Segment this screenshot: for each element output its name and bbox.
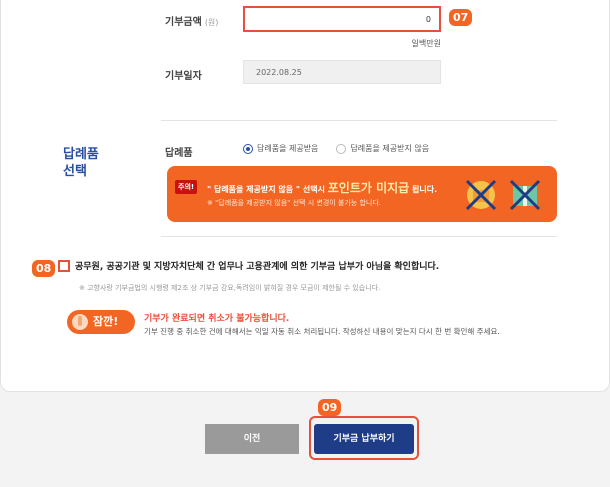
amount-input[interactable]: 0 — [243, 6, 441, 32]
notice-line-1: " 답례품을 제공받지 않음 " 선택시 포인트가 미지급 됩니다. — [207, 181, 438, 195]
notice-line-2: ※ "답례품을 제공받지 않음" 선택 시 변경이 불가능 합니다. — [207, 199, 382, 207]
confirm-text: 공무원, 공공기관 및 지방자치단체 간 업무나 고용관계에 의한 기부금 납부… — [75, 262, 440, 272]
warning-subtext: 기부 진행 중 취소한 건에 대해서는 익일 자동 취소 처리됩니다. 작성하신… — [144, 327, 500, 336]
amount-korean-hint: 일백만원 — [411, 39, 441, 48]
gift-section-title: 답례품 선택 — [63, 147, 99, 179]
gift-label: 답례품 — [165, 148, 193, 159]
step-badge-07: 07 — [449, 9, 473, 26]
confirm-subtext: ※ 고향사랑 기부금법의 시행령 제2조 상 기부금 강요,독려임이 밝혀질 경… — [79, 284, 381, 292]
date-label: 기부일자 — [165, 71, 202, 82]
date-field: 2022.08.25 — [243, 60, 441, 84]
gift-crossed-icon — [465, 179, 497, 211]
warning-title: 기부가 완료되면 취소가 불가능합니다. — [144, 314, 290, 324]
amount-label: 기부금액 (원) — [165, 17, 219, 28]
section-divider — [161, 120, 557, 121]
amount-value: 0 — [425, 15, 431, 24]
section-divider — [161, 236, 557, 237]
gift-radio-group: 답례품을 제공받음 답례품을 제공받지 않음 — [243, 143, 429, 154]
hand-icon — [72, 314, 88, 330]
gift-box-crossed-icon — [509, 179, 541, 211]
donation-form-card: 기부금액 (원) 0 07 일백만원 기부일자 2022.08.25 답례품 선택… — [0, 0, 610, 392]
step-badge-09: 09 — [318, 399, 342, 416]
radio-decline-label: 답례품을 제공받지 않음 — [350, 144, 430, 153]
confirm-row: 공무원, 공공기관 및 지방자치단체 간 업무나 고용관계에 의한 기부금 납부… — [58, 259, 439, 272]
radio-receive-label: 답례품을 제공받음 — [257, 144, 319, 153]
gift-notice-banner: 주의! " 답례품을 제공받지 않음 " 선택시 포인트가 미지급 됩니다. ※… — [167, 166, 557, 222]
wait-pill: 잠깐! — [67, 310, 135, 334]
radio-receive-gift[interactable] — [243, 143, 253, 154]
radio-decline-gift[interactable] — [336, 143, 347, 154]
prev-button[interactable]: 이전 — [205, 424, 299, 454]
notice-tag: 주의! — [175, 180, 198, 194]
submit-donation-button[interactable]: 기부금 납부하기 — [314, 424, 414, 454]
step-badge-08: 08 — [32, 260, 56, 277]
confirm-checkbox[interactable] — [58, 259, 70, 272]
